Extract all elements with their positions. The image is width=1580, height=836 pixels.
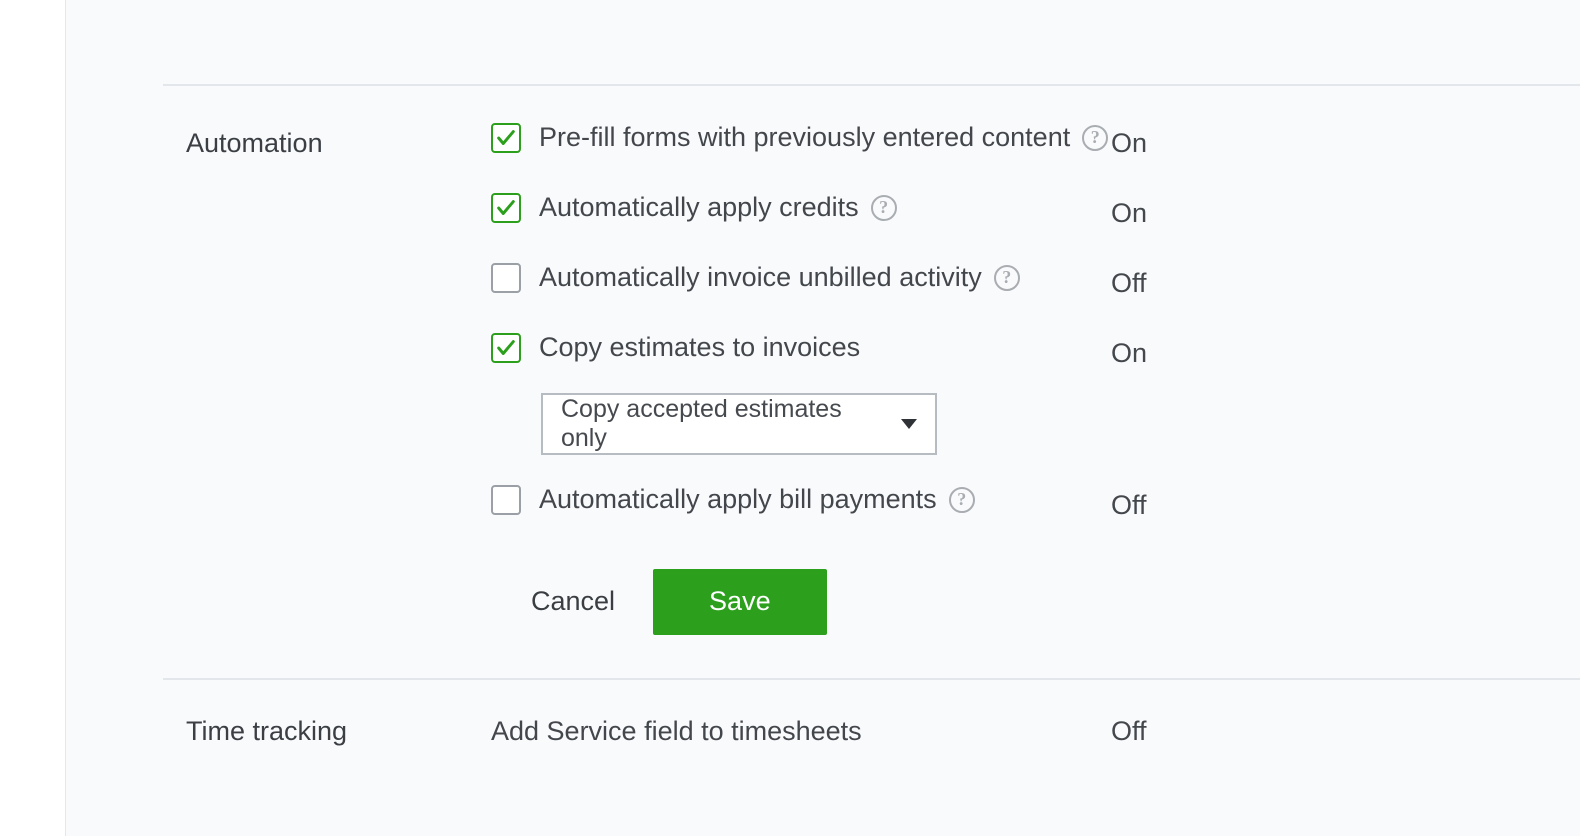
section-title-automation: Automation <box>186 128 446 159</box>
help-icon[interactable]: ? <box>1082 125 1108 151</box>
label-copy-estimates: Copy estimates to invoices <box>539 332 860 363</box>
cancel-button[interactable]: Cancel <box>531 568 615 635</box>
status-prefill-forms: On <box>1111 128 1147 159</box>
setting-copy-estimates: Copy estimates to invoices <box>491 332 1211 363</box>
setting-auto-apply-bill-payments: Automatically apply bill payments ? <box>491 484 1211 515</box>
setting-prefill-forms: Pre-fill forms with previously entered c… <box>491 122 1211 153</box>
setting-add-service-field: Add Service field to timesheets <box>491 716 1211 747</box>
copy-estimates-dropdown[interactable]: Copy accepted estimates only <box>541 393 937 455</box>
checkbox-auto-invoice-unbilled[interactable] <box>491 263 521 293</box>
action-buttons: Cancel Save <box>531 568 827 635</box>
section-title-time-tracking: Time tracking <box>186 716 446 747</box>
copy-estimates-dropdown-value: Copy accepted estimates only <box>561 395 887 453</box>
checkbox-prefill-forms[interactable] <box>491 123 521 153</box>
check-icon <box>495 337 517 359</box>
section-divider-bottom <box>163 678 1580 680</box>
label-auto-invoice-unbilled: Automatically invoice unbilled activity <box>539 262 982 293</box>
status-copy-estimates: On <box>1111 338 1147 369</box>
status-auto-apply-credits: On <box>1111 198 1147 229</box>
settings-panel: Track locations Off Automation Pre-fill … <box>65 0 1580 836</box>
label-prefill-forms: Pre-fill forms with previously entered c… <box>539 122 1070 153</box>
status-add-service-field: Off <box>1111 716 1147 747</box>
checkbox-copy-estimates[interactable] <box>491 333 521 363</box>
setting-auto-apply-credits: Automatically apply credits ? <box>491 192 1211 223</box>
track-locations-status: Off <box>1111 0 1147 6</box>
label-add-service-field: Add Service field to timesheets <box>491 716 862 747</box>
check-icon <box>495 197 517 219</box>
check-icon <box>495 127 517 149</box>
status-auto-invoice-unbilled: Off <box>1111 268 1147 299</box>
help-icon[interactable]: ? <box>949 487 975 513</box>
label-auto-apply-credits: Automatically apply credits <box>539 192 859 223</box>
checkbox-auto-apply-credits[interactable] <box>491 193 521 223</box>
section-divider-top <box>163 84 1580 86</box>
page-root: Track locations Off Automation Pre-fill … <box>0 0 1580 836</box>
help-icon[interactable]: ? <box>994 265 1020 291</box>
save-button[interactable]: Save <box>653 569 827 635</box>
status-auto-apply-bill-payments: Off <box>1111 490 1147 521</box>
checkbox-auto-apply-bill-payments[interactable] <box>491 485 521 515</box>
track-locations-label: Track locations <box>491 0 667 6</box>
chevron-down-icon <box>901 419 917 429</box>
label-auto-apply-bill-payments: Automatically apply bill payments <box>539 484 937 515</box>
setting-auto-invoice-unbilled: Automatically invoice unbilled activity … <box>491 262 1211 293</box>
help-icon[interactable]: ? <box>871 195 897 221</box>
